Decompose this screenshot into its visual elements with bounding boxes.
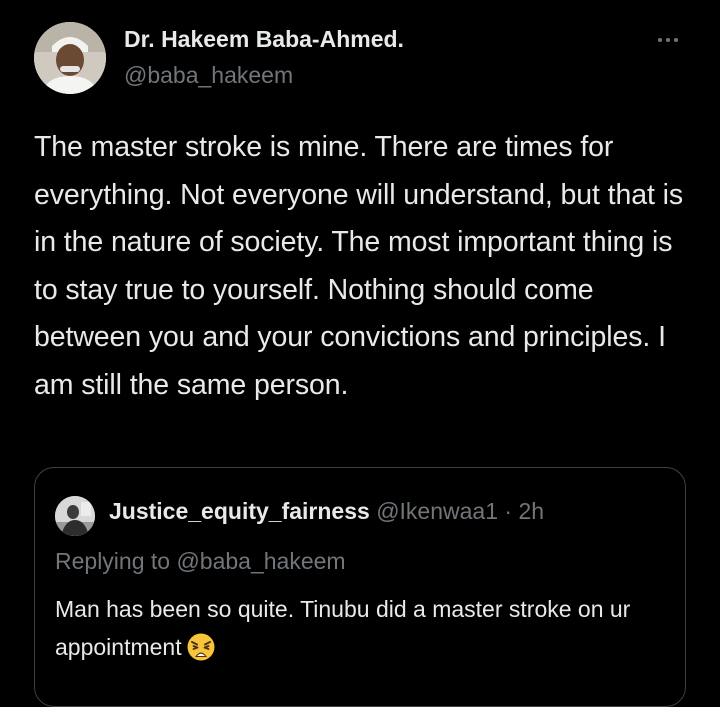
author-display-name[interactable]: Dr. Hakeem Baba-Ahmed. — [124, 26, 404, 53]
profile-photo-avatar — [34, 22, 106, 94]
more-options-button[interactable] — [648, 28, 688, 52]
replying-to: Replying to @baba_hakeem — [55, 548, 346, 574]
tweet-text: The master stroke is mine. There are tim… — [34, 131, 683, 401]
author-avatar[interactable] — [34, 22, 106, 94]
more-horizontal-icon — [658, 38, 662, 42]
weary-face-emoji-icon — [186, 632, 216, 673]
profile-photo-avatar — [55, 496, 95, 536]
quoted-tweet-text: Man has been so quite. Tinubu did a mast… — [55, 596, 631, 660]
quoted-header: Justice_equity_fairness @Ikenwaa1 · 2h — [109, 498, 544, 525]
quoted-text-block: Man has been so quite. Tinubu did a mast… — [55, 590, 655, 673]
quoted-author-display-name[interactable]: Justice_equity_fairness — [109, 498, 370, 524]
meta-separator: · — [498, 498, 519, 524]
quoted-tweet[interactable]: Justice_equity_fairness @Ikenwaa1 · 2h R… — [34, 467, 686, 707]
quoted-timestamp[interactable]: 2h — [518, 498, 544, 524]
author-handle[interactable]: @baba_hakeem — [124, 62, 293, 89]
quoted-author-avatar[interactable] — [55, 496, 95, 536]
tweet-card: Dr. Hakeem Baba-Ahmed. @baba_hakeem The … — [0, 0, 720, 707]
quoted-author-handle[interactable]: @Ikenwaa1 — [376, 498, 498, 524]
